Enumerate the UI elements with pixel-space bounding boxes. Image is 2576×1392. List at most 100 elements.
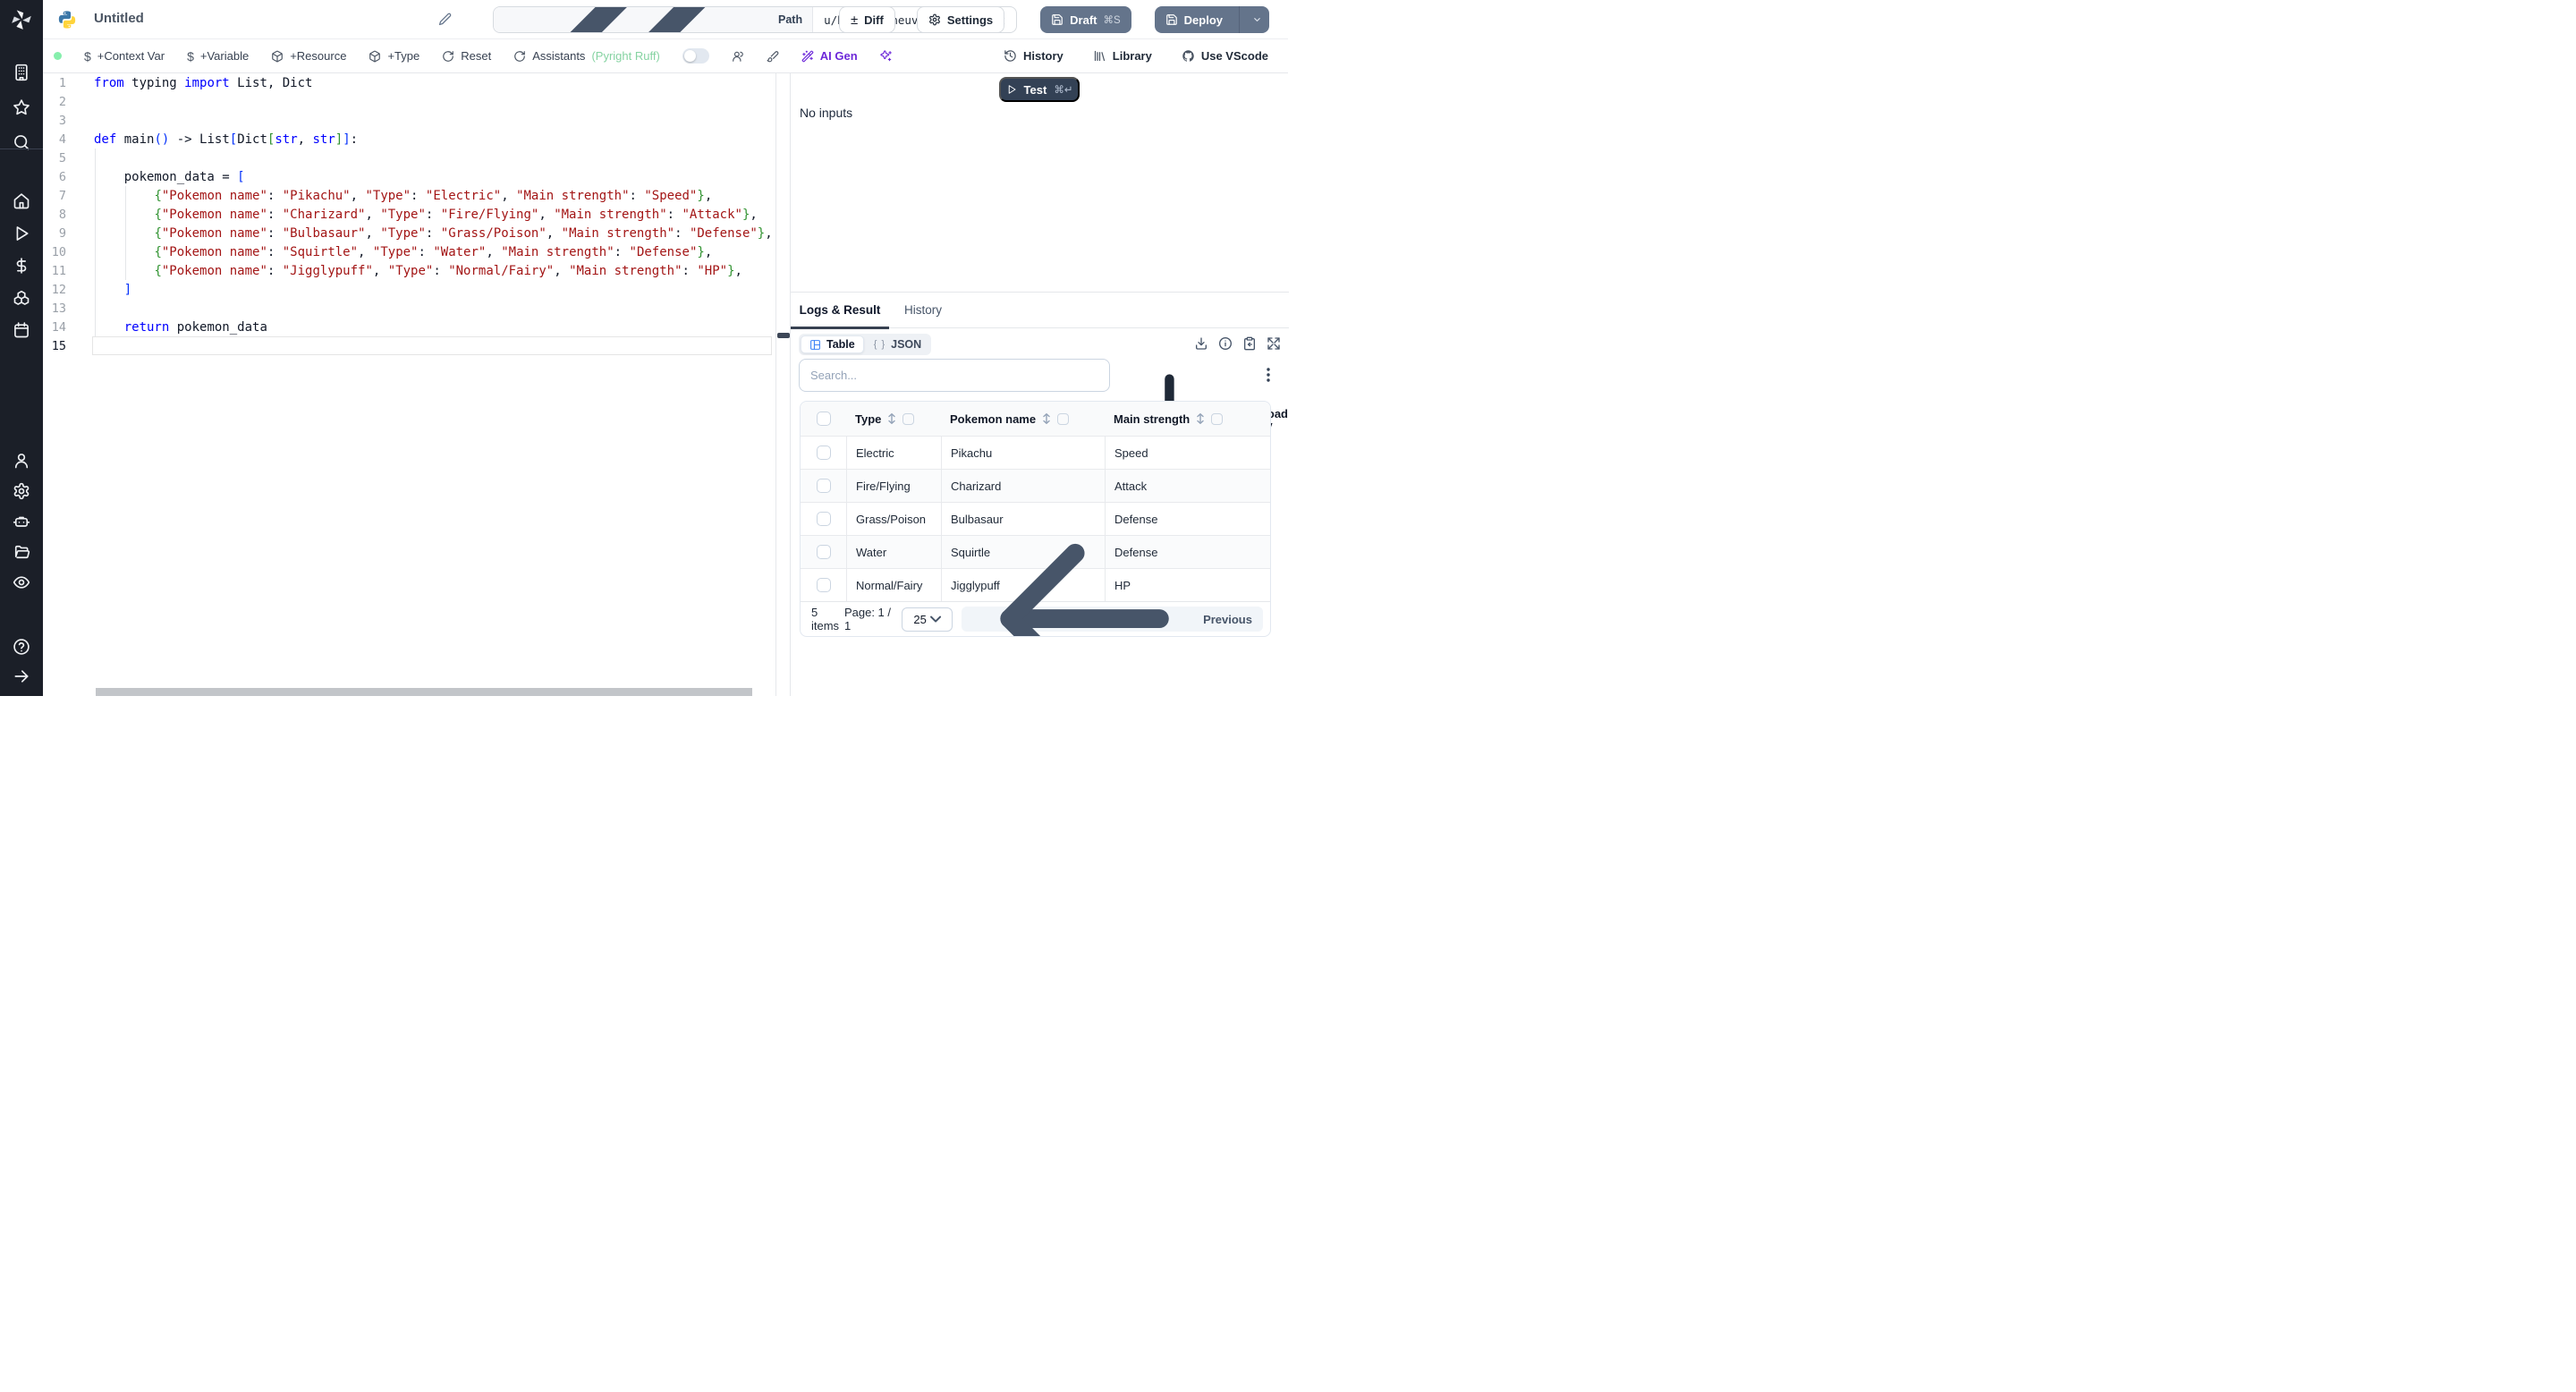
download-icon[interactable] bbox=[1194, 336, 1208, 351]
toolbar--context-var[interactable]: $ +Context Var bbox=[84, 49, 165, 63]
sidebar-help-icon[interactable] bbox=[13, 638, 30, 656]
row-checkbox[interactable] bbox=[816, 545, 831, 559]
tab-logs-result[interactable]: Logs & Result bbox=[791, 293, 889, 327]
view-toggle: Table { } JSON bbox=[799, 334, 932, 355]
result-tabs: Logs & Result History bbox=[791, 293, 1289, 328]
code-text: pokemon_data = [ bbox=[94, 169, 245, 184]
page-size-select[interactable]: 25 bbox=[902, 607, 953, 632]
line-number: 8 bbox=[58, 207, 66, 222]
code-line-9[interactable]: 9 {"Pokemon name": "Bulbasaur", "Type": … bbox=[43, 224, 775, 242]
diff-button[interactable]: ± Diff bbox=[838, 6, 895, 33]
toolbar-sparkles-icon[interactable] bbox=[880, 49, 893, 63]
code-line-8[interactable]: 8 {"Pokemon name": "Charizard", "Type": … bbox=[43, 205, 775, 224]
library-icon bbox=[1093, 49, 1106, 63]
code-line-13[interactable]: 13 bbox=[43, 299, 775, 318]
view-toggle-json[interactable]: { } JSON bbox=[866, 335, 929, 353]
code-line-12[interactable]: 12 ] bbox=[43, 280, 775, 299]
splitter-handle-icon[interactable] bbox=[777, 333, 790, 338]
column-header-pokemon-name[interactable]: Pokemon name bbox=[941, 402, 1105, 436]
right-panel: Test ⌘↵ No inputs Logs & Result History … bbox=[790, 73, 1289, 696]
chevron-down-icon bbox=[927, 610, 945, 628]
edit-title-pencil-icon[interactable] bbox=[438, 13, 452, 26]
page-size-value: 25 bbox=[913, 612, 927, 626]
code-line-6[interactable]: 6 pokemon_data = [ bbox=[43, 167, 775, 186]
assistants-toggle[interactable] bbox=[682, 48, 709, 64]
sidebar-calendar-icon[interactable] bbox=[13, 321, 30, 339]
table-row[interactable]: Fire/Flying Charizard Attack bbox=[801, 469, 1270, 502]
row-checkbox[interactable] bbox=[816, 578, 831, 592]
table-menu-kebab-icon[interactable] bbox=[1261, 366, 1275, 384]
toolbar--type[interactable]: +Type bbox=[369, 49, 419, 63]
copy-result-clipboard-icon[interactable] bbox=[1242, 336, 1257, 351]
code-line-5[interactable]: 5 bbox=[43, 149, 775, 167]
code-line-10[interactable]: 10 {"Pokemon name": "Squirtle", "Type": … bbox=[43, 242, 775, 261]
row-checkbox[interactable] bbox=[816, 512, 831, 526]
toolbar-brush-icon[interactable] bbox=[767, 50, 779, 63]
sidebar-robot-icon[interactable] bbox=[13, 513, 30, 530]
column-filter-checkbox[interactable] bbox=[1057, 412, 1070, 425]
sidebar-arrow-right-icon[interactable] bbox=[13, 667, 30, 685]
sidebar-folder-icon[interactable] bbox=[13, 543, 30, 561]
search-input[interactable] bbox=[799, 359, 1110, 392]
result-actions bbox=[1194, 336, 1281, 351]
select-all-checkbox[interactable] bbox=[816, 412, 831, 426]
sort-icon[interactable] bbox=[1195, 412, 1206, 425]
toolbar-assistants[interactable]: Assistants (Pyright Ruff) bbox=[513, 49, 660, 63]
toolbar-ai-gen[interactable]: AI Gen bbox=[801, 49, 858, 63]
script-title: Untitled bbox=[94, 11, 144, 26]
previous-page-button[interactable]: Previous bbox=[961, 544, 1263, 636]
toolbar-reset[interactable]: Reset bbox=[442, 49, 491, 63]
sort-icon[interactable] bbox=[1041, 412, 1052, 425]
code-line-14[interactable]: 14 return pokemon_data bbox=[43, 318, 775, 336]
panel-splitter[interactable] bbox=[776, 73, 790, 696]
windmill-logo[interactable] bbox=[10, 8, 33, 31]
row-checkbox[interactable] bbox=[816, 446, 831, 460]
table-row[interactable]: Electric Pikachu Speed bbox=[801, 436, 1270, 469]
sidebar-dollar-icon[interactable] bbox=[13, 257, 30, 275]
sidebar-eye-icon[interactable] bbox=[13, 573, 30, 591]
sort-icon[interactable] bbox=[886, 412, 897, 425]
chevron-down-icon[interactable] bbox=[1246, 13, 1266, 26]
toolbar--resource[interactable]: +Resource bbox=[271, 49, 346, 63]
cell-main-strength: Attack bbox=[1105, 470, 1270, 502]
code-line-3[interactable]: 3 bbox=[43, 111, 775, 130]
tab-history[interactable]: History bbox=[891, 293, 955, 327]
code-line-7[interactable]: 7 {"Pokemon name": "Pikachu", "Type": "E… bbox=[43, 186, 775, 205]
toolbar-use-vscode[interactable]: Use VScode bbox=[1182, 49, 1268, 63]
draft-label: Draft bbox=[1070, 13, 1097, 27]
settings-button[interactable]: Settings bbox=[916, 6, 1005, 33]
deploy-button[interactable]: Deploy bbox=[1154, 6, 1269, 33]
code-line-2[interactable]: 2 bbox=[43, 92, 775, 111]
column-header-type[interactable]: Type bbox=[846, 402, 941, 436]
sidebar-gear-icon[interactable] bbox=[13, 482, 30, 500]
line-number: 15 bbox=[51, 338, 66, 353]
code-line-11[interactable]: 11 {"Pokemon name": "Jigglypuff", "Type"… bbox=[43, 261, 775, 280]
sidebar-building-icon[interactable] bbox=[13, 64, 30, 81]
sidebar-home-icon[interactable] bbox=[13, 192, 30, 210]
toolbar-library[interactable]: Library bbox=[1093, 49, 1152, 63]
toolbar-history[interactable]: History bbox=[1004, 49, 1063, 63]
sidebar-user-icon[interactable] bbox=[13, 452, 30, 470]
code-line-1[interactable]: 1 from typing import List, Dict bbox=[43, 73, 775, 92]
test-button[interactable]: Test ⌘↵ bbox=[999, 77, 1080, 102]
code-line-4[interactable]: 4 def main() -> List[Dict[str, str]]: bbox=[43, 130, 775, 149]
code-text: {"Pokemon name": "Squirtle", "Type": "Wa… bbox=[154, 244, 713, 259]
column-filter-checkbox[interactable] bbox=[902, 412, 915, 425]
expand-icon[interactable] bbox=[1267, 336, 1281, 351]
info-icon[interactable] bbox=[1218, 336, 1233, 351]
github-icon bbox=[1182, 49, 1195, 63]
table-footer: 5 items Page: 1 / 1 25 Previous bbox=[801, 544, 1270, 636]
view-toggle-table[interactable]: Table bbox=[801, 335, 864, 353]
draft-button[interactable]: Draft ⌘S bbox=[1040, 6, 1131, 33]
sidebar-play-icon[interactable] bbox=[13, 225, 30, 242]
toolbar-users-icon[interactable] bbox=[732, 50, 744, 63]
column-header-main-strength[interactable]: Main strength bbox=[1105, 402, 1270, 436]
sidebar-boxes-icon[interactable] bbox=[13, 289, 30, 307]
toolbar--variable[interactable]: $ +Variable bbox=[187, 49, 249, 63]
line-number: 14 bbox=[51, 319, 66, 335]
column-filter-checkbox[interactable] bbox=[1211, 412, 1224, 425]
row-checkbox[interactable] bbox=[816, 479, 831, 493]
code-editor[interactable]: 1 from typing import List, Dict 2 3 4 def mai… bbox=[43, 73, 776, 696]
sidebar-star-icon[interactable] bbox=[13, 98, 30, 116]
editor-horizontal-scrollbar[interactable] bbox=[96, 688, 752, 696]
